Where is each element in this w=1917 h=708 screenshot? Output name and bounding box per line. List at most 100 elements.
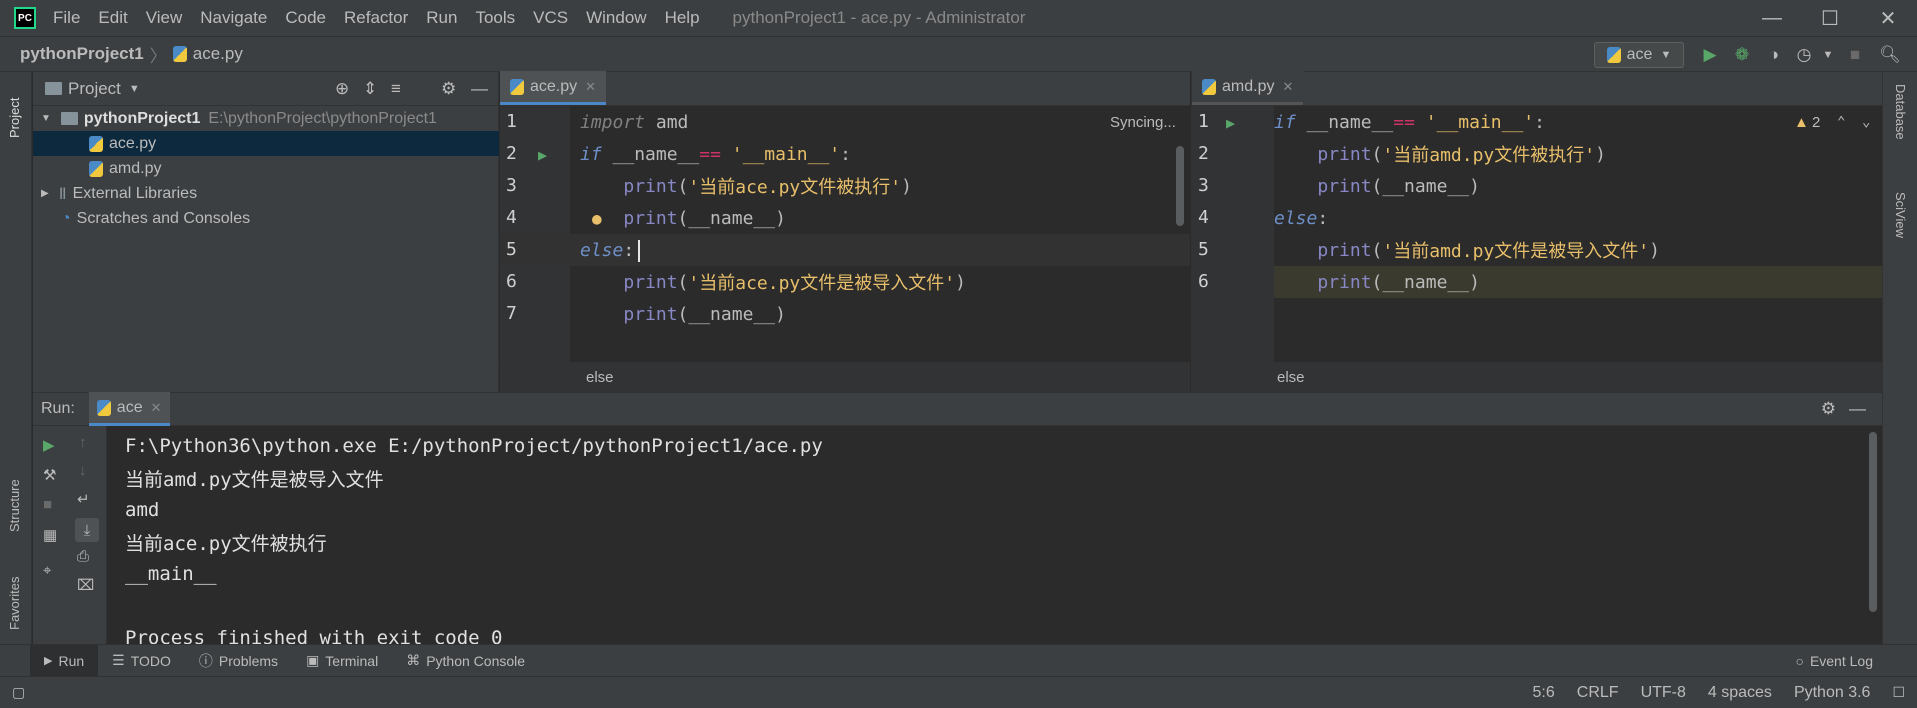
warning-icon[interactable]: ▲ [1794,114,1809,131]
close-tab-icon[interactable]: ✕ [151,400,162,416]
breadcrumb-else[interactable]: else [1277,369,1305,386]
breadcrumb-file[interactable]: ace.py [193,44,243,64]
editor-left-scrollbar[interactable] [1176,146,1184,226]
menu-window[interactable]: Window [577,8,655,28]
menu-vcs[interactable]: VCS [524,8,577,28]
expand-all-icon[interactable]: ⇕ [363,79,377,99]
layout-icon[interactable]: ▦ [43,526,57,544]
run-console-output[interactable]: F:\Python36\python.exe E:/pythonProject/… [107,426,1882,649]
chevron-down-icon[interactable]: ⌄ [1862,114,1870,130]
chevron-up-icon[interactable]: ⌃ [1837,114,1845,130]
more-run-chevron-icon[interactable]: ▼ [1818,45,1838,65]
minimize-icon[interactable]: — [1743,0,1801,36]
code-token: ) [955,271,966,293]
hide-icon[interactable]: — [471,79,488,99]
trash-icon[interactable]: ⌧ [77,576,94,594]
tree-item-external-libraries[interactable]: ▶ Ⅱ External Libraries [33,181,499,206]
favorites-tool-tab[interactable]: Favorites [7,550,22,630]
stop-icon[interactable]: ■ [1845,45,1865,65]
line-number: 3 [1198,175,1209,196]
collapse-all-icon[interactable]: ≡ [391,79,401,99]
menu-run[interactable]: Run [417,8,466,28]
python-icon [1606,47,1621,63]
tree-item-root[interactable]: ▼ pythonProject1 E:\pythonProject\python… [33,106,499,131]
window-controls: — ☐ ✕ [1743,0,1917,36]
info-icon: ⓘ [198,652,213,669]
gear-icon[interactable]: ⚙ [1821,399,1836,419]
menu-file[interactable]: File [44,8,89,28]
console-scrollbar[interactable] [1869,432,1877,612]
status-encoding[interactable]: UTF-8 [1641,684,1686,702]
close-icon[interactable]: ✕ [1859,0,1917,36]
tree-item-scratches[interactable]: ◔ Scratches and Consoles [33,206,499,231]
scroll-to-end-icon[interactable]: ⤓ [75,518,99,542]
chevron-down-icon[interactable]: ▼ [129,83,140,95]
wrench-icon[interactable]: ⚒ [43,466,56,484]
tool-tab-label: Problems [218,652,279,669]
status-line-separator[interactable]: CRLF [1577,684,1619,702]
close-tab-icon[interactable]: ✕ [1282,79,1293,95]
profile-icon[interactable]: ◷ [1794,45,1814,65]
left-tool-stripe: Project Structure Favorites [0,72,32,644]
down-arrow-icon[interactable]: ↓ [79,462,87,479]
structure-tool-tab[interactable]: Structure [7,452,22,532]
code-token: == [1393,111,1415,133]
status-indent[interactable]: 4 spaces [1708,684,1772,702]
tool-tab-python-console[interactable]: ⌘ Python Console [392,645,539,677]
tool-tab-terminal[interactable]: ▣ Terminal [292,645,392,677]
tool-tab-todo[interactable]: ☰ TODO [98,645,185,677]
breadcrumb-else[interactable]: else [586,369,614,386]
run-toolbar: ▶ ⚒ ■ ▦ ⌖ ↑ ↓ ↵ ⤓ ⎙ ⌧ [33,426,107,644]
menu-help[interactable]: Help [656,8,709,28]
python-file-icon [1202,78,1216,95]
status-toggle-icon[interactable]: ▢ [12,684,25,701]
up-arrow-icon[interactable]: ↑ [79,434,87,451]
tab-amd-py[interactable]: amd.py ✕ [1192,71,1304,105]
database-tool-tab[interactable]: Database [1893,84,1908,174]
project-panel-title[interactable]: Project [68,79,121,99]
rerun-icon[interactable]: ▶ [43,436,55,454]
editor-right[interactable]: ▶ ▲ 2 ⌃ ⌄ 1 if __name__ == '__main__': 2 pr… [1191,106,1882,392]
editor-left[interactable]: Syncing... ▶ ● 1 import amd 2 if __name__ ==… [500,106,1190,392]
search-icon[interactable]: 🔍︎ [1879,45,1901,65]
menu-refactor[interactable]: Refactor [335,8,417,28]
run-tab-ace[interactable]: ace ✕ [88,392,170,426]
tree-item-amd[interactable]: amd.py [33,156,499,181]
menu-navigate[interactable]: Navigate [191,8,276,28]
breadcrumb-separator: 〉 [149,46,167,66]
menu-edit[interactable]: Edit [89,8,136,28]
lock-icon[interactable]: ☐ [1892,684,1905,701]
status-position[interactable]: 5:6 [1533,684,1555,702]
print-icon[interactable]: ⎙ [77,548,89,565]
status-interpreter[interactable]: Python 3.6 [1794,684,1871,702]
locate-icon[interactable]: ⊕ [335,79,349,99]
console-line: __main__ [125,563,217,585]
tool-tab-label: Python Console [426,652,526,669]
run-icon[interactable]: ▶ [1700,45,1720,65]
menu-code[interactable]: Code [276,8,335,28]
stop-icon[interactable]: ■ [43,496,52,513]
coverage-icon[interactable]: ◑ [1764,45,1784,65]
tree-item-ace[interactable]: ace.py [33,131,499,156]
project-tool-tab[interactable]: Project [7,78,22,138]
debug-icon[interactable]: ❁ [1732,45,1752,65]
tool-tab-run[interactable]: ▶ Run [30,644,99,677]
close-tab-icon[interactable]: ✕ [585,79,596,95]
tool-tab-problems[interactable]: ⓘ Problems [185,645,292,677]
maximize-icon[interactable]: ☐ [1801,0,1859,36]
project-panel: Project ▼ ⊕ ⇕ ≡ ⚙ — ▼ pythonProject1 E:\… [33,72,499,392]
tab-ace-py[interactable]: ace.py ✕ [500,71,607,105]
pin-icon[interactable]: ⌖ [43,562,51,579]
menu-view[interactable]: View [137,8,192,28]
run-gutter-icon[interactable]: ▶ [538,146,547,164]
run-gutter-icon[interactable]: ▶ [1226,114,1235,132]
run-configuration-select[interactable]: ace ▼ [1594,42,1684,68]
soft-wrap-icon[interactable]: ↵ [77,490,90,508]
sciview-tool-tab[interactable]: SciView [1893,192,1908,282]
breadcrumb-project[interactable]: pythonProject1 [20,44,144,64]
gear-icon[interactable]: ⚙ [441,79,456,99]
menu-tools[interactable]: Tools [466,8,524,28]
hide-icon[interactable]: — [1849,399,1866,419]
event-log-tab[interactable]: ○ Event Log [1781,645,1887,677]
